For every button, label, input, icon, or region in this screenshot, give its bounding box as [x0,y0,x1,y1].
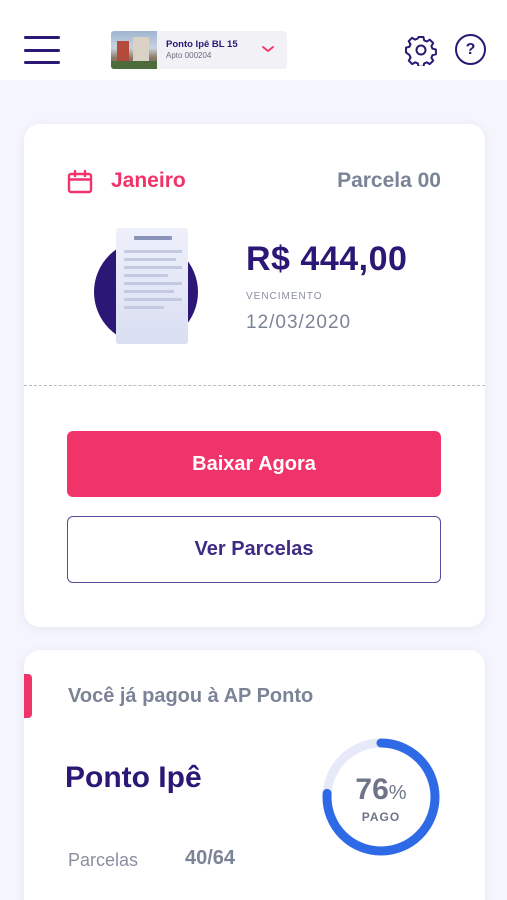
amount-value: R$ 444,00 [246,240,408,278]
due-date-label: VENCIMENTO [246,291,323,302]
progress-ring-text: 76% PAGO [319,735,443,859]
installments-label: Parcelas [68,850,139,870]
dashed-divider [24,385,485,386]
paid-title: Você já pagou à AP Ponto [68,685,314,707]
invoice-illustration-icon [94,228,198,344]
payment-progress-card: Você já pagou à AP Ponto Ponto Ipê Parce… [24,650,485,900]
property-info: Ponto Ipê BL 15 Apto 000204 [166,38,238,60]
month-label: Janeiro [111,169,186,192]
paid-percent-sign: % [388,782,407,804]
gear-icon[interactable] [405,34,437,66]
paid-percent: 76% [319,773,443,807]
project-name: Ponto Ipê [65,761,202,794]
accent-bar [24,674,32,718]
property-thumbnail [111,31,157,69]
paid-label: PAGO [361,810,401,824]
property-selector[interactable]: Ponto Ipê BL 15 Apto 000204 [111,31,287,69]
property-unit: Apto 000204 [166,50,212,60]
due-date-value: 12/03/2020 [246,312,352,333]
top-bar: Ponto Ipê BL 15 Apto 000204 ? [0,0,507,80]
installment-card: Janeiro Parcela 00 R$ 444,00 VENCIMENTO … [24,124,485,627]
installment-number: Parcela 00 [337,169,441,192]
download-now-button[interactable]: Baixar Agora [67,431,441,497]
property-name: Ponto Ipê BL 15 [166,38,238,50]
chevron-down-icon [262,46,274,52]
help-icon[interactable]: ? [455,34,486,65]
calendar-icon [67,170,93,194]
hamburger-icon[interactable] [24,36,60,64]
view-installments-button[interactable]: Ver Parcelas [67,516,441,583]
installments-count: 40/64 [185,847,236,869]
paid-percent-number: 76 [355,773,389,806]
